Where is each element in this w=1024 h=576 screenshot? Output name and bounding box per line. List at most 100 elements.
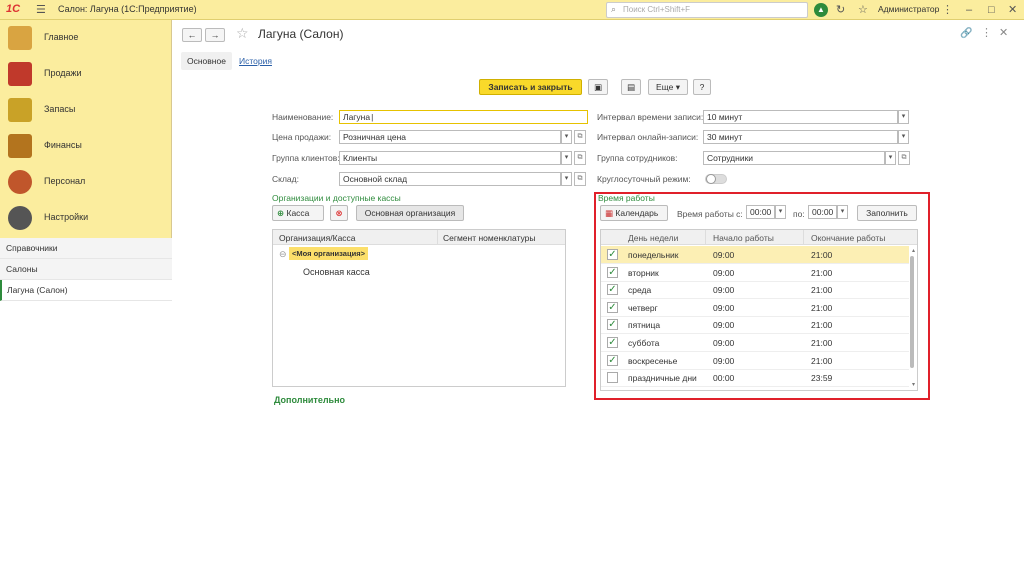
menu-icon[interactable]: ☰ [36,3,46,17]
price-open-icon[interactable]: ⧉ [574,130,586,144]
section-finance[interactable]: Финансы [0,128,172,164]
tab-history[interactable]: История [233,52,278,70]
table-row[interactable]: ✓ суббота 09:00 21:00 [601,334,909,352]
staff-field[interactable]: Сотрудники [703,151,885,165]
history-icon[interactable]: ↻ [836,3,845,17]
form-menu-icon[interactable]: ⋮ [981,26,992,39]
staff-open-icon[interactable]: ⧉ [898,151,910,165]
checkbox-checked[interactable]: ✓ [607,319,618,331]
section-stock[interactable]: Запасы [0,92,172,128]
help-button[interactable]: ? [693,79,711,95]
close-icon[interactable]: ✕ [1008,3,1017,17]
save-close-button[interactable]: Записать и закрыть [479,79,582,95]
favorite-star-icon[interactable]: ☆ [236,25,249,42]
allday-toggle[interactable] [705,174,727,184]
worktime-group-title: Время работы [598,193,655,203]
favorites-star-icon[interactable]: ☆ [858,3,868,17]
add-cash-button[interactable]: ⊕ Касса [272,205,324,221]
table-row[interactable]: ✓ понедельник 09:00 21:00 [601,246,909,264]
minimize-icon[interactable]: – [966,3,972,17]
price-label: Цена продажи: [272,132,332,142]
to-time-dropdown-icon[interactable]: ▾ [837,205,848,219]
subitem-catalogs[interactable]: Справочники [0,238,172,259]
checkbox-checked[interactable]: ✓ [607,249,618,260]
calendar-button[interactable]: ▦ Календарь [600,205,668,221]
page-title: Лагуна (Салон) [258,27,344,41]
delete-button[interactable]: ⊗ [330,205,348,221]
cell-day: четверг [628,302,658,313]
scroll-down-icon[interactable]: ▾ [912,381,915,388]
tab-main[interactable]: Основное [181,52,232,70]
online-dropdown-icon[interactable]: ▾ [898,130,909,144]
subitem-salons[interactable]: Салоны [0,259,172,280]
main-org-button[interactable]: Основная организация [356,205,464,221]
search-input[interactable]: ⌕ Поиск Ctrl+Shift+F [606,2,808,18]
search-icon: ⌕ [611,4,617,14]
collapse-icon[interactable]: ⊖ [279,249,287,260]
notifications-icon[interactable]: ▲ [814,3,828,17]
back-button[interactable]: ← [182,28,202,42]
from-time-dropdown-icon[interactable]: ▾ [775,205,786,219]
interval-field[interactable]: 10 минут [703,110,898,124]
price-dropdown-icon[interactable]: ▾ [561,130,572,144]
online-field[interactable]: 30 минут [703,130,898,144]
settings-menu-icon[interactable]: ⋮ [942,3,953,17]
additional-link[interactable]: Дополнительно [274,395,345,405]
from-time-field[interactable]: 00:00 [746,205,775,219]
checkbox-checked[interactable]: ✓ [607,284,618,296]
scroll-up-icon[interactable]: ▴ [912,247,915,254]
cell-start: 09:00 [713,267,735,278]
section-main[interactable]: Главное [0,20,172,56]
subitem-laguna[interactable]: Лагуна (Салон) [0,280,172,301]
price-field[interactable]: Розничная цена [339,130,561,144]
worktime-scrollbar[interactable] [908,246,916,390]
form-close-icon[interactable]: ✕ [999,26,1008,39]
section-staff[interactable]: Персонал [0,164,172,200]
clients-field[interactable]: Клиенты [339,151,561,165]
table-row[interactable]: Основная касса [273,264,565,281]
to-time-field[interactable]: 00:00 [808,205,837,219]
table-row[interactable]: ✓ пятница 09:00 21:00 [601,316,909,335]
orgs-group-title: Организации и доступные кассы [272,193,401,203]
print-icon[interactable]: ▤ [621,79,641,95]
col-start: Начало работы [713,233,774,243]
maximize-icon[interactable]: □ [988,3,995,17]
interval-dropdown-icon[interactable]: ▾ [898,110,909,124]
checkbox-unchecked[interactable] [607,372,618,384]
name-value: Лагуна [343,112,371,122]
user-name[interactable]: Администратор [878,4,939,14]
cell-day: праздничные дни [628,373,697,384]
checkbox-checked[interactable]: ✓ [607,337,618,348]
table-row[interactable]: ✓ воскресенье 09:00 21:00 [601,352,909,370]
save-icon[interactable]: ▣ [588,79,608,95]
warehouse-field[interactable]: Основной склад [339,172,561,186]
cell-day: воскресенье [628,355,678,366]
warehouse-open-icon[interactable]: ⧉ [574,172,586,186]
table-row[interactable]: ✓ вторник 09:00 21:00 [601,264,909,282]
clients-dropdown-icon[interactable]: ▾ [561,151,572,165]
table-row[interactable]: ⊖ <Моя организация> [273,246,565,263]
forward-button[interactable]: → [205,28,225,42]
more-button[interactable]: Еще ▾ [648,79,688,95]
app-logo: 1С [6,3,21,15]
staff-dropdown-icon[interactable]: ▾ [885,151,896,165]
warehouse-dropdown-icon[interactable]: ▾ [561,172,572,186]
table-row[interactable]: ✓ среда 09:00 21:00 [601,281,909,300]
clients-open-icon[interactable]: ⧉ [574,151,586,165]
fill-button[interactable]: Заполнить [857,205,917,221]
cell-start: 09:00 [713,250,735,260]
link-icon[interactable]: 🔗 [960,28,972,39]
checkbox-checked[interactable]: ✓ [607,354,618,366]
cell-day: пятница [628,320,661,331]
checkbox-checked[interactable]: ✓ [607,301,618,313]
interval-label: Интервал времени записи: [597,112,704,122]
section-settings[interactable]: Настройки [0,200,172,236]
section-label: Продажи [44,68,82,78]
checkbox-checked[interactable]: ✓ [607,266,618,278]
allday-label: Круглосуточный режим: [597,174,691,184]
section-sales[interactable]: Продажи [0,56,172,92]
name-field[interactable]: Лагуна| [339,110,588,124]
cell-day: вторник [628,267,659,278]
table-row[interactable]: праздничные дни 00:00 23:59 [601,369,909,388]
table-row[interactable]: ✓ четверг 09:00 21:00 [601,299,909,317]
